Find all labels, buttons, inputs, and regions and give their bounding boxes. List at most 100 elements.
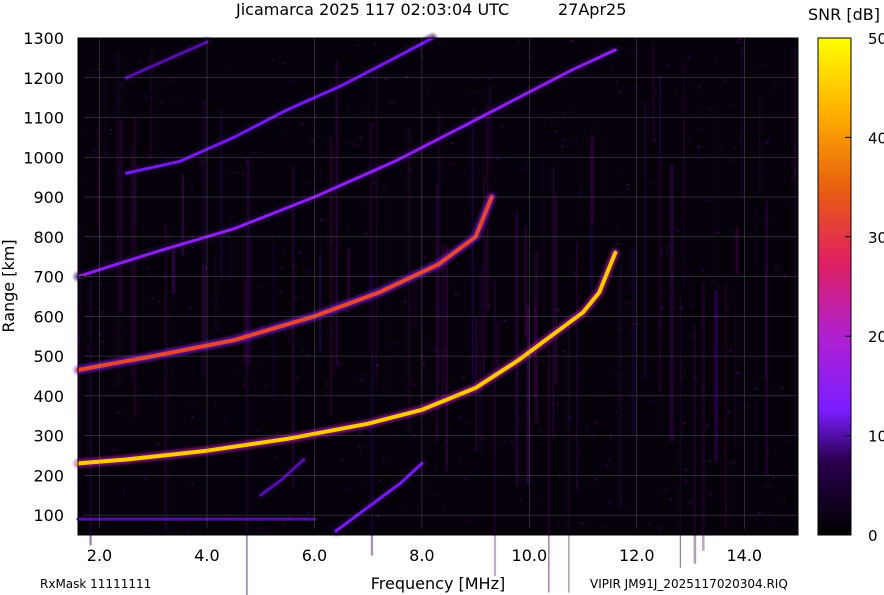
interference-streak — [437, 111, 441, 383]
noise-speckle — [256, 430, 259, 433]
noise-speckle — [325, 238, 328, 241]
noise-speckle — [224, 417, 227, 420]
interference-streak — [441, 243, 445, 403]
interference-streak — [555, 193, 558, 386]
interference-streak — [619, 263, 622, 509]
noise-speckle — [382, 457, 385, 460]
noise-speckle — [292, 264, 295, 266]
noise-speckle — [326, 332, 328, 334]
noise-speckle — [717, 231, 720, 234]
noise-speckle — [670, 273, 673, 276]
noise-speckle — [527, 398, 530, 401]
noise-speckle — [324, 383, 327, 385]
noise-speckle — [775, 269, 777, 272]
noise-speckle — [732, 461, 735, 463]
noise-speckle — [104, 152, 107, 155]
interference-streak — [496, 321, 499, 371]
noise-speckle — [601, 526, 604, 528]
interference-streak — [590, 134, 594, 224]
noise-speckle — [286, 130, 289, 133]
noise-speckle — [685, 479, 688, 481]
noise-speckle — [767, 485, 769, 488]
noise-speckle — [571, 40, 574, 42]
noise-speckle — [419, 80, 422, 83]
noise-speckle — [741, 50, 744, 52]
noise-speckle — [151, 297, 154, 300]
noise-speckle — [628, 392, 631, 395]
interference-streak — [734, 308, 737, 450]
noise-speckle — [96, 477, 98, 479]
noise-speckle — [586, 429, 589, 432]
noise-speckle — [630, 75, 633, 78]
noise-speckle — [282, 524, 285, 527]
noise-speckle — [617, 397, 620, 400]
noise-speckle — [775, 113, 777, 116]
noise-speckle — [175, 95, 178, 98]
noise-speckle — [314, 243, 317, 246]
noise-speckle — [264, 385, 267, 387]
interference-streak — [485, 240, 487, 348]
noise-speckle — [526, 319, 529, 322]
noise-speckle — [583, 212, 586, 215]
noise-speckle — [576, 245, 579, 248]
noise-speckle — [660, 307, 663, 310]
file-label: VIPIR JM91J_2025117020304.RIQ — [590, 577, 788, 591]
interference-streak — [375, 65, 378, 383]
noise-speckle — [422, 56, 425, 58]
noise-speckle — [703, 385, 706, 388]
noise-speckle — [705, 199, 708, 202]
noise-speckle — [288, 339, 291, 342]
noise-speckle — [191, 403, 194, 406]
noise-speckle — [715, 60, 718, 63]
noise-speckle — [217, 328, 220, 331]
noise-speckle — [562, 113, 565, 116]
noise-speckle — [315, 114, 318, 116]
noise-speckle — [736, 372, 739, 375]
noise-speckle — [636, 50, 639, 53]
interference-streak — [347, 249, 350, 306]
noise-speckle — [98, 109, 101, 112]
noise-speckle — [783, 273, 786, 276]
interference-streak — [79, 221, 81, 485]
noise-speckle — [578, 191, 581, 194]
y-tick-label: 500 — [33, 347, 64, 366]
interference-streak — [215, 252, 217, 331]
noise-speckle — [191, 482, 194, 485]
interference-streak — [272, 242, 275, 402]
noise-speckle — [360, 136, 363, 139]
noise-speckle — [695, 376, 697, 379]
noise-speckle — [133, 224, 136, 226]
interference-streak — [568, 323, 570, 593]
noise-speckle — [563, 350, 566, 353]
noise-speckle — [423, 256, 426, 259]
rxmask-label: RxMask 11111111 — [40, 577, 151, 591]
noise-speckle — [530, 55, 533, 58]
noise-speckle — [655, 94, 657, 97]
noise-speckle — [358, 445, 361, 447]
interference-streak — [548, 329, 550, 593]
noise-speckle — [278, 57, 281, 59]
y-tick-label: 900 — [33, 188, 64, 207]
noise-speckle — [629, 510, 632, 513]
noise-speckle — [611, 64, 614, 66]
noise-speckle — [307, 512, 310, 515]
noise-speckle — [476, 392, 479, 394]
interference-streak — [202, 263, 205, 378]
noise-speckle — [462, 377, 465, 380]
noise-speckle — [634, 323, 637, 326]
noise-speckle — [669, 497, 672, 500]
noise-speckle — [739, 141, 742, 144]
noise-speckle — [453, 293, 456, 296]
noise-speckle — [243, 383, 246, 386]
noise-speckle — [401, 506, 404, 509]
noise-speckle — [466, 520, 469, 523]
noise-speckle — [575, 138, 578, 141]
noise-speckle — [580, 389, 583, 391]
noise-speckle — [615, 225, 618, 228]
noise-speckle — [492, 361, 495, 364]
interference-streak — [164, 224, 168, 532]
noise-speckle — [517, 471, 519, 474]
noise-speckle — [230, 75, 233, 77]
noise-speckle — [526, 412, 529, 415]
noise-speckle — [554, 130, 557, 132]
